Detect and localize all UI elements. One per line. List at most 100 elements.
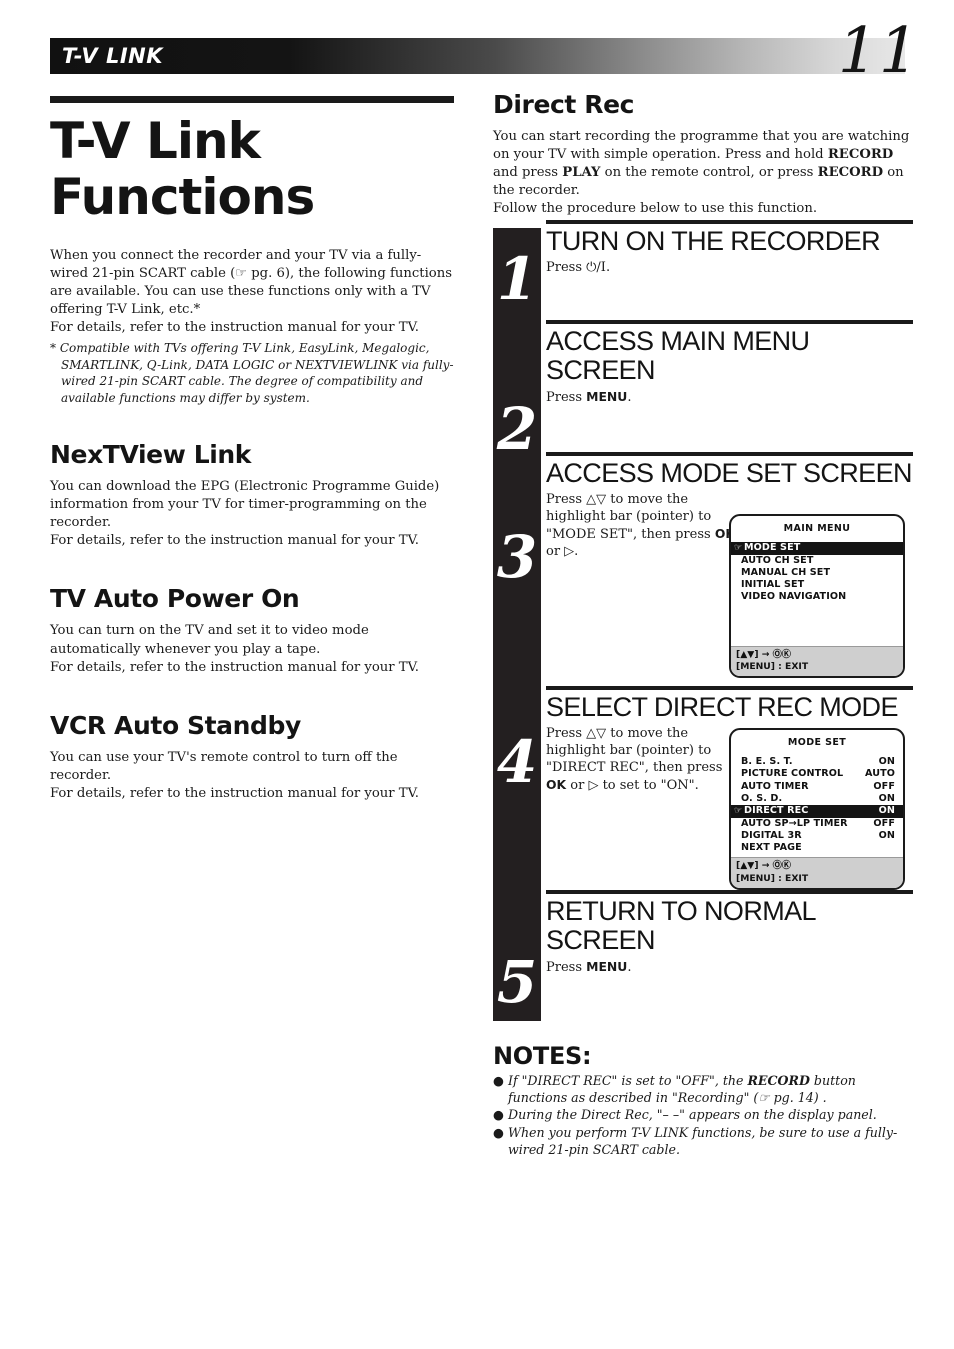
osd-mode-set-footer-line2: [MENU] : EXIT <box>736 872 809 884</box>
osd-mode-set-footer: [▲▼] → ⓄⓀ [MENU] : EXIT <box>731 857 903 888</box>
osd-mode-set-label-6: DIGITAL 3R <box>741 829 802 841</box>
direct-rec-intro: You can start recording the programme th… <box>493 128 913 200</box>
step-5-menu-label: MENU <box>586 959 628 975</box>
osd-main-menu-row-video-navigation[interactable]: VIDEO NAVIGATION <box>731 591 903 603</box>
step-3-desc-line1: Press △▽ to move the highlight bar (poin… <box>546 492 715 542</box>
section-details-tv-auto-power-on: For details, refer to the instruction ma… <box>50 659 419 675</box>
step-4-rule <box>546 686 913 690</box>
section-nextview-link: NexTView Link You can download the EPG (… <box>50 440 454 550</box>
section-tv-auto-power-on: TV Auto Power On You can turn on the TV … <box>50 584 454 676</box>
osd-mode-set-value-6: ON <box>878 829 895 841</box>
osd-main-menu-label-3: INITIAL SET <box>741 579 805 591</box>
osd-mode-set-label-0: B. E. S. T. <box>741 756 793 767</box>
page-title-line-2: Functions <box>50 168 315 226</box>
step-number-band <box>493 228 541 1021</box>
osd-main-menu-label-4: VIDEO NAVIGATION <box>741 591 847 603</box>
step-2-menu-label: MENU <box>586 389 628 405</box>
osd-main-menu-footer-line2: [MENU] : EXIT <box>736 660 809 672</box>
section-details-nextview-link: For details, refer to the instruction ma… <box>50 533 419 549</box>
pointer-icon: ☞ <box>734 806 743 817</box>
osd-mode-set-label-2: AUTO TIMER <box>741 780 809 792</box>
step-number-1: 1 <box>496 245 538 313</box>
osd-mode-set-row-best[interactable]: B. E. S. T. ON <box>731 756 903 768</box>
notes-title: NOTES: <box>493 1042 592 1070</box>
osd-mode-set-label-4: DIRECT REC <box>744 805 809 817</box>
section-heading-vcr-auto-standby: VCR Auto Standby <box>50 710 301 740</box>
osd-mode-set-row-next-page[interactable]: NEXT PAGE <box>731 842 903 854</box>
osd-mode-set-value-0: ON <box>878 756 895 767</box>
step-2-desc-suffix: . <box>627 390 632 406</box>
bullet-icon: ● <box>493 1073 508 1088</box>
section-heading-tv-auto-power-on: TV Auto Power On <box>50 584 300 614</box>
page-title-line-1: T-V Link <box>50 112 261 170</box>
osd-main-menu-footer: [▲▼] → ⓄⓀ [MENU] : EXIT <box>731 645 903 676</box>
direct-rec-record-1: RECORD <box>827 147 894 163</box>
osd-mode-set-row-direct-rec[interactable]: ☞ DIRECT REC ON <box>731 805 903 818</box>
step-5-desc-prefix: Press <box>546 960 587 976</box>
section-heading-nextview-link: NexTView Link <box>50 440 252 470</box>
osd-mode-set-row-auto-sp-lp-timer[interactable]: AUTO SP→LP TIMER OFF <box>731 818 903 830</box>
osd-mode-set-label-5: AUTO SP→LP TIMER <box>741 817 848 829</box>
osd-mode-set: MODE SET B. E. S. T. ON PICTURE CONTROL AU… <box>729 728 905 890</box>
osd-mode-set-title: MODE SET <box>787 737 847 748</box>
osd-mode-set-value-5: OFF <box>873 817 895 829</box>
osd-main-menu-label-1: AUTO CH SET <box>741 554 814 566</box>
step-2-desc-prefix: Press <box>546 390 587 406</box>
bullet-icon: ● <box>493 1107 508 1123</box>
osd-mode-set-value-4: ON <box>878 805 895 817</box>
step-2-title: ACCESS MAIN MENU SCREEN <box>546 326 810 386</box>
step-2: ACCESS MAIN MENU SCREEN Press MENU. <box>546 320 913 407</box>
osd-mode-set-row-picture-control[interactable]: PICTURE CONTROL AUTO <box>731 768 903 780</box>
step-1: TURN ON THE RECORDER Press ⏻/I. <box>546 220 913 277</box>
osd-mode-set-row-digital-3r[interactable]: DIGITAL 3R ON <box>731 830 903 842</box>
section-body-nextview-link: You can download the EPG (Electronic Pro… <box>50 479 440 531</box>
compatibility-footnote: * Compatible with TVs offering T-V Link,… <box>50 341 454 405</box>
osd-mode-set-row-auto-timer[interactable]: AUTO TIMER OFF <box>731 781 903 793</box>
osd-main-menu-row-mode-set[interactable]: ☞ MODE SET <box>731 542 903 555</box>
osd-main-menu-list: ☞ MODE SET AUTO CH SET MANUAL CH SET INIT… <box>731 536 903 604</box>
step-5-title: RETURN TO NORMAL SCREEN <box>546 896 816 956</box>
osd-mode-set-value-3: ON <box>878 792 895 804</box>
osd-mode-set-list: B. E. S. T. ON PICTURE CONTROL AUTO AUTO T… <box>731 750 903 854</box>
section-heading-direct-rec: Direct Rec <box>493 90 635 119</box>
osd-mode-set-value-1: AUTO <box>864 768 895 780</box>
osd-mode-set-label-7: NEXT PAGE <box>741 842 802 854</box>
step-number-3: 3 <box>496 523 538 591</box>
osd-main-menu-row-initial-set[interactable]: INITIAL SET <box>731 579 903 591</box>
osd-mode-set-row-osd[interactable]: O. S. D. ON <box>731 793 903 805</box>
note-item: ● When you perform T-V LINK functions, b… <box>493 1125 918 1158</box>
note-item: ● During the Direct Rec, "– –" appears o… <box>493 1107 918 1124</box>
page-number: 11 <box>837 14 920 87</box>
note-0-record-label: RECORD <box>747 1073 810 1088</box>
step-4-desc-line2: or ▷ to set to "ON". <box>566 777 699 793</box>
step-4-description: Press △▽ to move the highlight bar (poin… <box>546 726 742 795</box>
step-2-description: Press MENU. <box>546 389 906 407</box>
running-header-band <box>50 38 905 74</box>
step-number-2: 2 <box>496 395 538 463</box>
running-header-title: T-V LINK <box>62 44 164 68</box>
step-4-title: SELECT DIRECT REC MODE <box>546 692 898 722</box>
osd-mode-set-label-1: PICTURE CONTROL <box>741 768 844 780</box>
left-column: T-V Link Functions When you connect the … <box>50 96 454 803</box>
intro-paragraph: When you connect the recorder and your T… <box>50 248 452 318</box>
step-4-desc-line1: Press △▽ to move the highlight bar (poin… <box>546 726 723 775</box>
osd-main-menu-row-manual-ch-set[interactable]: MANUAL CH SET <box>731 567 903 579</box>
note-1-part1: During the Direct Rec, "– –" appears on … <box>508 1107 877 1123</box>
osd-mode-set-label-3: O. S. D. <box>741 792 783 804</box>
osd-main-menu-footer-line1: [▲▼] → ⓄⓀ <box>736 648 791 660</box>
intro-details: For details, refer to the instruction ma… <box>50 320 419 336</box>
step-3-description: Press △▽ to move the highlight bar (poin… <box>546 492 742 561</box>
direct-rec-play: PLAY <box>562 165 601 181</box>
step-4-ok-label: OK <box>546 776 567 792</box>
page-title: T-V Link Functions <box>50 113 454 225</box>
right-column-intro: Direct Rec You can start recording the p… <box>493 90 913 218</box>
section-body-vcr-auto-standby: You can use your TV's remote control to … <box>50 749 398 783</box>
osd-mode-set-footer-line1: [▲▼] → ⓄⓀ <box>736 860 791 872</box>
osd-main-menu-label-0: MODE SET <box>744 542 801 553</box>
osd-main-menu-row-auto-ch-set[interactable]: AUTO CH SET <box>731 555 903 567</box>
note-item: ● If "DIRECT REC" is set to "OFF", the R… <box>493 1073 918 1106</box>
osd-mode-set-value-2: OFF <box>873 780 895 792</box>
note-2-part1: When you perform T-V LINK functions, be … <box>508 1125 898 1157</box>
direct-rec-record-2: RECORD <box>817 165 883 181</box>
osd-main-menu-label-2: MANUAL CH SET <box>741 566 831 578</box>
